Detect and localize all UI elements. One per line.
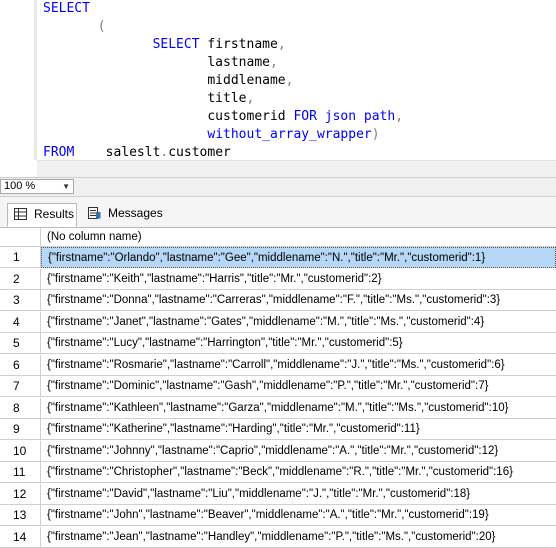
code-token: FOR json path [293,109,396,124]
table-row[interactable]: 10 {"firstname":"Johnny","lastname":"Capr… [0,440,556,462]
code-token: SELECT [43,1,90,16]
code-line: middlename, [43,71,293,91]
row-number[interactable]: 12 [0,483,41,505]
zoom-bar: 100 % ▼ [0,177,556,197]
column-header[interactable]: (No column name) [41,228,556,247]
code-token: title [43,91,247,106]
json-cell[interactable]: {"firstname":"Jean","lastname":"Handley"… [41,527,556,548]
grid-icon [14,208,27,220]
table-row[interactable]: 3 {"firstname":"Donna","lastname":"Carrer… [0,290,556,311]
row-number[interactable]: 5 [0,333,41,354]
row-number[interactable]: 11 [0,462,41,483]
code-line: title, [43,89,254,109]
table-row[interactable]: 2 {"firstname":"Keith","lastname":"Harris… [0,268,556,290]
code-token: customer [168,145,231,160]
json-cell[interactable]: {"firstname":"Janet","lastname":"Gates",… [41,312,556,333]
code-token: , [246,91,255,106]
code-line: without_array_wrapper) [43,125,380,145]
results-grid[interactable]: (No column name) 1 {"firstname":"Orlando"… [0,228,556,548]
code-token: ) [371,127,380,142]
code-token: , [277,37,286,52]
code-line: customerid FOR json path, [43,107,403,127]
row-number[interactable]: 9 [0,419,41,440]
table-row[interactable]: 13 {"firstname":"John","lastname":"Beaver… [0,505,556,526]
table-row[interactable]: 12 {"firstname":"David","lastname":"Liu",… [0,483,556,505]
table-row[interactable]: 14 {"firstname":"Jean","lastname":"Handle… [0,526,556,548]
row-number[interactable]: 8 [0,397,41,419]
grid-corner[interactable] [0,228,41,247]
code-token: , [285,73,294,88]
json-cell[interactable]: {"firstname":"Keith","lastname":"Harris"… [41,269,556,290]
code-token: SELECT [152,37,200,52]
code-token: without_array_wrapper [207,127,372,142]
json-cell[interactable]: {"firstname":"John","lastname":"Beaver",… [41,505,556,526]
zoom-value: 100 % [4,180,36,192]
tab-messages[interactable]: Messages [82,203,168,226]
json-cell[interactable]: {"firstname":"Orlando","lastname":"Gee",… [41,247,556,268]
json-cell[interactable]: {"firstname":"Donna","lastname":"Carrera… [41,290,556,311]
json-cell[interactable]: {"firstname":"Dominic","lastname":"Gash"… [41,376,556,397]
json-cell[interactable]: {"firstname":"Katherine","lastname":"Har… [41,419,556,440]
row-number[interactable]: 14 [0,526,41,548]
table-row[interactable]: 7 {"firstname":"Dominic","lastname":"Gash… [0,376,556,397]
row-number[interactable]: 4 [0,311,41,333]
editor-gutter [34,0,37,160]
messages-icon [88,207,101,219]
tab-messages-label: Messages [108,206,163,220]
sql-editor[interactable]: SELECT ( SELECT firstname, lastname, mid… [0,0,556,177]
code-token: customerid [43,109,294,124]
tab-results-label: Results [34,207,75,221]
code-token: middlename [43,73,286,88]
code-token: ( [43,19,106,34]
table-row[interactable]: 6 {"firstname":"Rosmarie","lastname":"Car… [0,354,556,376]
json-cell[interactable]: {"firstname":"Rosmarie","lastname":"Carr… [41,355,556,376]
row-number[interactable]: 2 [0,268,41,290]
row-number[interactable]: 7 [0,376,41,397]
table-row[interactable]: 4 {"firstname":"Janet","lastname":"Gates"… [0,311,556,333]
json-cell[interactable]: {"firstname":"Kathleen","lastname":"Garz… [41,398,556,419]
json-cell[interactable]: {"firstname":"Christopher","lastname":"B… [41,462,556,483]
row-number[interactable]: 6 [0,354,41,376]
tab-results[interactable]: Results [7,203,77,227]
table-row[interactable]: 8 {"firstname":"Kathleen","lastname":"Gar… [0,397,556,419]
code-token: lastname [43,55,270,70]
zoom-select[interactable]: 100 % ▼ [0,179,74,194]
code-token: saleslt [74,145,161,160]
code-token: firstname [199,37,278,52]
code-token: , [269,55,278,70]
code-token: , [395,109,404,124]
code-line: lastname, [43,53,278,73]
row-number[interactable]: 13 [0,505,41,526]
editor-horizontal-scrollbar[interactable] [37,160,556,177]
code-line: SELECT firstname, [43,35,286,55]
chevron-down-icon[interactable]: ▼ [62,180,70,193]
table-row[interactable]: 9 {"firstname":"Katherine","lastname":"Ha… [0,419,556,440]
row-number[interactable]: 10 [0,440,41,462]
table-row[interactable]: 1 {"firstname":"Orlando","lastname":"Gee"… [0,247,556,268]
json-cell[interactable]: {"firstname":"Johnny","lastname":"Caprio… [41,441,556,462]
code-token: FROM [43,145,75,160]
json-cell[interactable]: {"firstname":"David","lastname":"Liu","m… [41,484,556,505]
json-cell[interactable]: {"firstname":"Lucy","lastname":"Harringt… [41,333,556,354]
code-line: ( [43,17,106,37]
row-number[interactable]: 3 [0,290,41,311]
table-row[interactable]: 5 {"firstname":"Lucy","lastname":"Harring… [0,333,556,354]
row-number[interactable]: 1 [0,247,41,268]
results-tabs: Results Messages [0,197,556,228]
table-row[interactable]: 11 {"firstname":"Christopher","lastname":… [0,462,556,483]
